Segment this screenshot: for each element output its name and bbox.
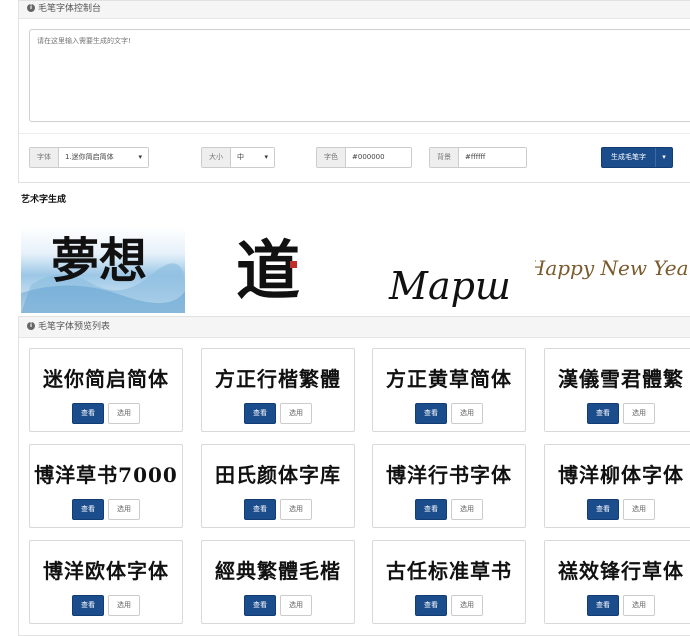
view-button[interactable]: 查看 bbox=[244, 595, 276, 616]
font-card: 古任标准草书查看 选用 bbox=[372, 540, 526, 624]
font-sample: 田氏颜体字库 bbox=[215, 463, 341, 487]
art-section-title: 艺术字生成 bbox=[21, 195, 67, 205]
font-sample: 博洋草书7000 bbox=[34, 463, 178, 487]
view-button[interactable]: 查看 bbox=[415, 499, 447, 520]
font-card: 田氏颜体字库查看 选用 bbox=[201, 444, 355, 528]
use-button[interactable]: 选用 bbox=[623, 595, 655, 616]
art-banner-dream-text: 夢想 bbox=[51, 233, 147, 289]
use-button[interactable]: 选用 bbox=[451, 595, 483, 616]
font-sample: 漢儀雪君體繁 bbox=[558, 367, 684, 391]
size-label: 大小 bbox=[202, 148, 231, 167]
art-banner-dream[interactable]: 夢想 bbox=[21, 205, 185, 313]
chevron-down-icon: ▾ bbox=[264, 153, 268, 161]
font-card: 禚效锋行草体查看 选用 bbox=[544, 540, 690, 624]
art-banner-new-year-text: Happy New Year bbox=[535, 256, 690, 280]
seal-icon bbox=[290, 261, 297, 268]
font-card: 方正黄草简体查看 选用 bbox=[372, 348, 526, 432]
divider bbox=[19, 133, 690, 134]
font-card: 博洋欧体字体查看 选用 bbox=[29, 540, 183, 624]
art-banner-dao[interactable]: 道 bbox=[208, 205, 328, 313]
background-color-field[interactable]: 背景 #ffffff bbox=[429, 147, 527, 168]
art-banner-new-year[interactable]: Happy New Year bbox=[535, 205, 690, 313]
chevron-down-icon: ▾ bbox=[138, 153, 142, 161]
text-color-label: 字色 bbox=[317, 148, 346, 167]
use-button[interactable]: 选用 bbox=[280, 595, 312, 616]
font-sample: 經典繁體毛楷 bbox=[215, 559, 341, 583]
control-panel-title: 毛笔字体控制台 bbox=[38, 4, 102, 14]
font-card: 博洋草书7000 查看 选用 bbox=[29, 444, 183, 528]
view-button[interactable]: 查看 bbox=[587, 499, 619, 520]
background-color-value: #ffffff bbox=[459, 148, 526, 167]
font-preview-list: i 毛笔字体预览列表 迷你简启简体 查看 选用 方正行楷繁體 查看 选用 方正黄草简体 查看 选用… bbox=[18, 316, 690, 636]
font-sample: 迷你简启简体 bbox=[43, 367, 169, 391]
view-button[interactable]: 查看 bbox=[244, 499, 276, 520]
control-panel-header: i 毛笔字体控制台 bbox=[19, 1, 690, 19]
text-color-value: #000000 bbox=[346, 148, 411, 167]
font-sample: 博洋行书字体 bbox=[386, 463, 512, 487]
caret-down-icon[interactable]: ▾ bbox=[656, 148, 672, 167]
use-button[interactable]: 选用 bbox=[451, 403, 483, 424]
size-select[interactable]: 大小 中 ▾ bbox=[201, 147, 275, 168]
size-value: 中 bbox=[237, 153, 244, 161]
use-button[interactable]: 选用 bbox=[280, 499, 312, 520]
view-button[interactable]: 查看 bbox=[415, 595, 447, 616]
view-button[interactable]: 查看 bbox=[415, 403, 447, 424]
font-card: 迷你简启简体查看 选用 bbox=[29, 348, 183, 432]
view-button[interactable]: 查看 bbox=[72, 595, 104, 616]
art-banner-dao-text: 道 bbox=[236, 234, 300, 309]
use-button[interactable]: 选用 bbox=[108, 499, 140, 520]
background-color-label: 背景 bbox=[430, 148, 459, 167]
font-select[interactable]: 字体 1.迷你简启简体 ▾ bbox=[29, 147, 149, 168]
font-card: 博洋柳体字体查看 选用 bbox=[544, 444, 690, 528]
generate-button[interactable]: 生成毛笔字 ▾ bbox=[601, 147, 673, 168]
view-button[interactable]: 查看 bbox=[244, 403, 276, 424]
font-card: 漢儀雪君體繁查看 选用 bbox=[544, 348, 690, 432]
font-label: 字体 bbox=[30, 148, 59, 167]
font-sample: 古任标准草书 bbox=[386, 559, 512, 583]
use-button[interactable]: 选用 bbox=[451, 499, 483, 520]
use-button[interactable]: 选用 bbox=[623, 403, 655, 424]
use-button[interactable]: 选用 bbox=[108, 403, 140, 424]
use-button[interactable]: 选用 bbox=[623, 499, 655, 520]
font-sample: 方正行楷繁體 bbox=[215, 367, 341, 391]
font-sample: 禚效锋行草体 bbox=[558, 559, 684, 583]
preview-list-title: 毛笔字体预览列表 bbox=[38, 322, 111, 332]
info-icon: i bbox=[27, 4, 35, 12]
font-sample: 方正黄草简体 bbox=[386, 367, 512, 391]
view-button[interactable]: 查看 bbox=[587, 595, 619, 616]
font-card: 博洋行书字体查看 选用 bbox=[372, 444, 526, 528]
view-button[interactable]: 查看 bbox=[72, 499, 104, 520]
view-button[interactable]: 查看 bbox=[587, 403, 619, 424]
art-banner-march[interactable]: Марш bbox=[380, 205, 520, 313]
generate-button-label: 生成毛笔字 bbox=[602, 148, 656, 167]
view-button[interactable]: 查看 bbox=[72, 403, 104, 424]
use-button[interactable]: 选用 bbox=[108, 595, 140, 616]
font-card: 經典繁體毛楷查看 选用 bbox=[201, 540, 355, 624]
font-card: 方正行楷繁體查看 选用 bbox=[201, 348, 355, 432]
text-color-field[interactable]: 字色 #000000 bbox=[316, 147, 412, 168]
art-banner-march-text: Марш bbox=[388, 264, 511, 308]
font-value: 1.迷你简启简体 bbox=[65, 153, 114, 161]
text-input[interactable] bbox=[29, 29, 690, 122]
font-sample: 博洋柳体字体 bbox=[558, 463, 684, 487]
info-icon: i bbox=[27, 322, 35, 330]
use-button[interactable]: 选用 bbox=[280, 403, 312, 424]
preview-list-header: i 毛笔字体预览列表 bbox=[19, 317, 690, 338]
control-panel: i毛笔字体控制台 字体 1.迷你简启简体 ▾ 大小 中 ▾ 字色 #000000 背… bbox=[18, 0, 690, 183]
font-sample: 博洋欧体字体 bbox=[43, 559, 169, 583]
